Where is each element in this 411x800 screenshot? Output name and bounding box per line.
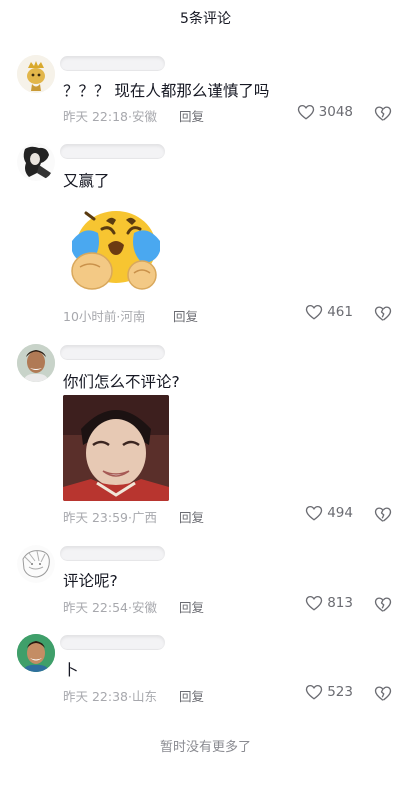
comment-text: 评论呢? (63, 572, 118, 590)
username-hidden[interactable] (60, 635, 165, 650)
comment-item: 又赢了 10小时前·河南 回复 461 (0, 143, 411, 325)
comment-item: ？？？ 现在人都那么谨慎了吗 昨天 22:18·安徽 回复 3048 (0, 55, 411, 125)
no-more-comments: 暂时没有更多了 (159, 740, 251, 755)
username-hidden[interactable] (60, 546, 165, 561)
comment-time: 昨天 22:18 (63, 109, 128, 124)
comment-text: 你们怎么不评论? (63, 373, 180, 391)
like-count: 813 (327, 595, 353, 611)
reply-button[interactable]: 回复 (179, 686, 204, 705)
broken-heart-icon (374, 305, 392, 322)
heart-outline-icon (305, 304, 323, 320)
comment-location: 安徽 (131, 600, 157, 615)
like-count: 494 (327, 505, 353, 521)
like-button[interactable]: 523 (305, 684, 353, 700)
avatar[interactable] (17, 344, 55, 382)
broken-heart-icon (374, 596, 392, 613)
comment-time: 昨天 22:54 (63, 600, 128, 615)
comment-location: 广西 (131, 510, 157, 525)
comment-location: 河南 (120, 309, 146, 324)
comments-header: 5条评论 (0, 0, 411, 38)
crying-emoji-sticker (64, 203, 164, 291)
dislike-button[interactable] (374, 305, 392, 322)
comment-item: 卜 昨天 22:38·山东 回复 523 (0, 634, 411, 704)
like-count: 3048 (318, 104, 353, 120)
broken-heart-icon (374, 105, 392, 122)
like-count: 523 (327, 684, 353, 700)
broken-heart-icon (374, 685, 392, 702)
like-button[interactable]: 494 (305, 505, 353, 521)
username-hidden[interactable] (60, 144, 165, 159)
comment-location: 安徽 (131, 109, 157, 124)
comment-meta: 昨天 22:38·山东 (63, 689, 157, 704)
avatar[interactable] (17, 545, 55, 583)
comment-item: 你们怎么不评论? 昨天 23:59·广西 回复 494 (0, 344, 411, 526)
dislike-button[interactable] (374, 596, 392, 613)
avatar[interactable] (17, 634, 55, 672)
smiling-face-photo[interactable] (63, 395, 169, 501)
username-hidden[interactable] (60, 56, 165, 71)
heart-outline-icon (305, 595, 323, 611)
reply-button[interactable]: 回复 (179, 507, 204, 526)
like-button[interactable]: 461 (305, 304, 353, 320)
comment-time: 10小时前 (63, 309, 117, 324)
reply-button[interactable]: 回复 (173, 306, 198, 325)
comment-meta: 昨天 22:54·安徽 (63, 600, 157, 615)
comment-meta: 10小时前·河南 (63, 309, 146, 324)
comment-location: 山东 (131, 689, 157, 704)
comment-text: 卜 (63, 661, 79, 679)
comment-count-title: 5条评论 (180, 11, 231, 27)
comment-text: 又赢了 (63, 172, 110, 190)
comment-item: 评论呢? 昨天 22:54·安徽 回复 813 (0, 545, 411, 615)
like-button[interactable]: 813 (305, 595, 353, 611)
avatar[interactable] (17, 143, 55, 181)
username-hidden[interactable] (60, 345, 165, 360)
reply-button[interactable]: 回复 (179, 106, 204, 125)
avatar[interactable] (17, 55, 55, 93)
heart-outline-icon (297, 104, 315, 120)
dislike-button[interactable] (374, 685, 392, 702)
comment-meta: 昨天 23:59·广西 (63, 510, 157, 525)
heart-outline-icon (305, 684, 323, 700)
dislike-button[interactable] (374, 105, 392, 122)
comment-meta: 昨天 22:18·安徽 (63, 109, 157, 124)
reply-button[interactable]: 回复 (179, 597, 204, 616)
comment-time: 昨天 23:59 (63, 510, 128, 525)
like-button[interactable]: 3048 (297, 104, 353, 120)
broken-heart-icon (374, 506, 392, 523)
heart-outline-icon (305, 505, 323, 521)
dislike-button[interactable] (374, 506, 392, 523)
like-count: 461 (327, 304, 353, 320)
comment-text: ？？？ 现在人都那么谨慎了吗 (63, 82, 270, 100)
comment-time: 昨天 22:38 (63, 689, 128, 704)
